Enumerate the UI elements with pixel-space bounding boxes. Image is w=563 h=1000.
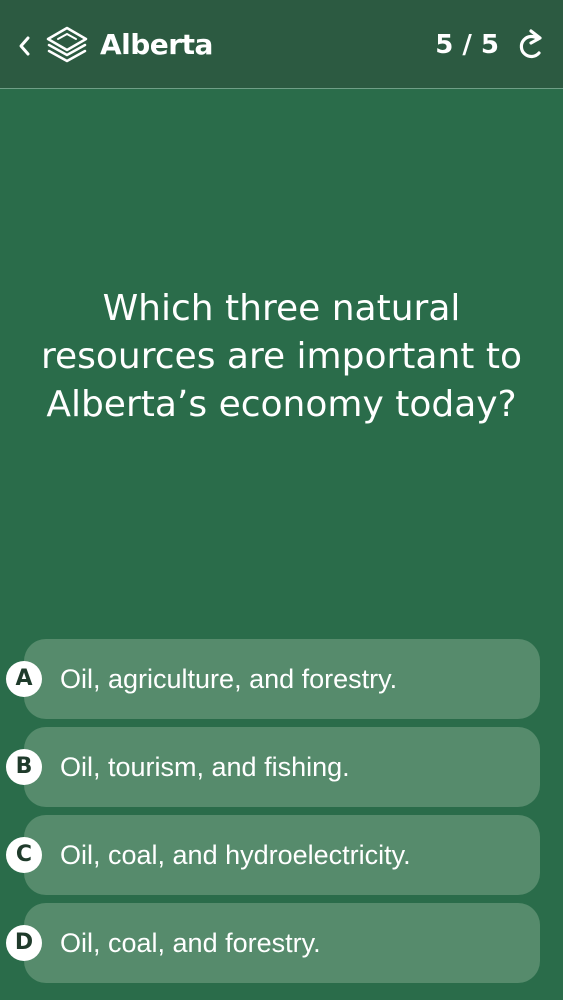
app-title: Alberta bbox=[100, 28, 213, 61]
answer-letter-badge: B bbox=[6, 749, 42, 785]
answer-option-c[interactable]: C Oil, coal, and hydroelectricity. bbox=[6, 815, 540, 895]
question-progress: 5 / 5 bbox=[435, 30, 499, 60]
answer-letter-badge: C bbox=[6, 837, 42, 873]
answer-letter-badge: D bbox=[6, 925, 42, 961]
answer-option-a[interactable]: A Oil, agriculture, and forestry. bbox=[6, 639, 540, 719]
top-bar: Alberta 5 / 5 bbox=[0, 0, 563, 89]
answer-text: Oil, agriculture, and forestry. bbox=[60, 664, 398, 694]
answer-option-d[interactable]: D Oil, coal, and forestry. bbox=[6, 903, 540, 983]
answer-letter-badge: A bbox=[6, 661, 42, 697]
answer-text: Oil, tourism, and fishing. bbox=[60, 752, 350, 782]
answer-text: Oil, coal, and forestry. bbox=[60, 928, 321, 958]
question-text: Which three natural resources are import… bbox=[40, 288, 522, 425]
chevron-left-icon[interactable] bbox=[16, 33, 32, 59]
answer-text: Oil, coal, and hydroelectricity. bbox=[60, 840, 411, 870]
layers-icon bbox=[46, 26, 88, 63]
question-area: Which three natural resources are import… bbox=[0, 285, 563, 429]
refresh-icon[interactable] bbox=[513, 25, 549, 65]
answer-option-b[interactable]: B Oil, tourism, and fishing. bbox=[6, 727, 540, 807]
